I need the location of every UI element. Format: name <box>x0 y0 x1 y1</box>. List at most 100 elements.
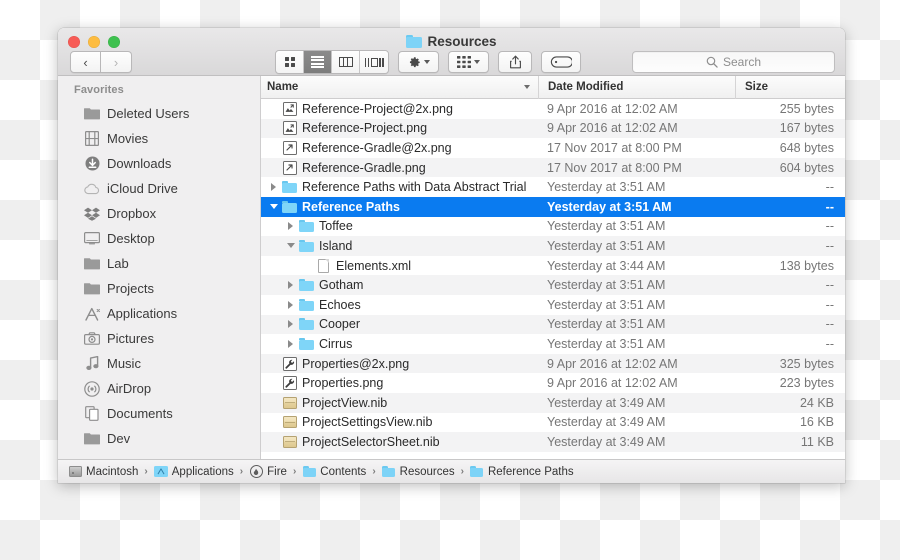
row-date-cell: Yesterday at 3:51 AM <box>538 180 735 194</box>
row-size-cell: -- <box>735 180 845 194</box>
forward-button[interactable]: › <box>101 51 132 73</box>
chevron-down-icon <box>424 60 430 64</box>
disclosure-triangle[interactable] <box>284 243 297 248</box>
navigation-buttons: ‹ › <box>70 51 132 73</box>
column-view-button[interactable] <box>332 51 360 73</box>
sidebar-item-documents[interactable]: Documents <box>58 401 260 426</box>
folder-icon <box>282 180 297 195</box>
breadcrumb-separator: › <box>144 466 147 477</box>
action-menu-button[interactable] <box>398 51 439 73</box>
arrange-menu-button[interactable] <box>448 51 489 73</box>
disclosure-triangle[interactable] <box>284 222 297 230</box>
tag-button[interactable] <box>541 51 581 73</box>
table-row[interactable]: Toffee Yesterday at 3:51 AM -- <box>261 217 845 237</box>
sidebar-item-movies[interactable]: Movies <box>58 126 260 151</box>
sidebar-item-applications[interactable]: Applications <box>58 301 260 326</box>
window-title: Resources <box>58 34 845 49</box>
icon-view-button[interactable] <box>276 51 304 73</box>
sidebar-item-downloads[interactable]: Downloads <box>58 151 260 176</box>
sidebar-item-dev[interactable]: Dev <box>58 426 260 451</box>
sidebar-item-lab[interactable]: Lab <box>58 251 260 276</box>
row-date-cell: Yesterday at 3:51 AM <box>538 200 735 214</box>
sidebar-item-label: Pictures <box>107 331 154 346</box>
gallery-view-button[interactable] <box>360 51 388 73</box>
list-view-button[interactable] <box>304 51 332 73</box>
folder-icon <box>299 238 314 253</box>
breadcrumb-item-macintosh[interactable]: Macintosh <box>68 465 138 478</box>
table-row[interactable]: Echoes Yesterday at 3:51 AM -- <box>261 295 845 315</box>
disclosure-triangle[interactable] <box>284 320 297 328</box>
column-header-size[interactable]: Size <box>735 76 845 99</box>
table-row[interactable]: Reference Paths Yesterday at 3:51 AM -- <box>261 197 845 217</box>
share-button[interactable] <box>498 51 532 73</box>
table-row[interactable]: ProjectSettingsView.nib Yesterday at 3:4… <box>261 413 845 433</box>
sidebar-item-deleted-users[interactable]: Deleted Users <box>58 101 260 126</box>
table-row[interactable]: Properties@2x.png 9 Apr 2016 at 12:02 AM… <box>261 354 845 374</box>
table-row[interactable]: Reference-Gradle@2x.png 17 Nov 2017 at 8… <box>261 138 845 158</box>
window-titlebar[interactable]: Resources ‹ › <box>58 28 845 76</box>
table-row[interactable]: Reference-Project@2x.png 9 Apr 2016 at 1… <box>261 99 845 119</box>
sidebar-item-dropbox[interactable]: Dropbox <box>58 201 260 226</box>
breadcrumb-item-applications[interactable]: Applications <box>154 465 234 478</box>
note-icon <box>84 356 100 372</box>
desktop-icon <box>84 231 100 247</box>
sidebar-item-airdrop[interactable]: AirDrop <box>58 376 260 401</box>
breadcrumb-label: Fire <box>267 466 287 478</box>
table-row[interactable]: Cooper Yesterday at 3:51 AM -- <box>261 315 845 335</box>
file-list-pane: Name Date Modified Size <box>261 76 845 459</box>
disclosure-triangle[interactable] <box>267 183 280 191</box>
sidebar-item-icloud-drive[interactable]: iCloud Drive <box>58 176 260 201</box>
breadcrumb-item-resources[interactable]: Resources <box>382 465 455 478</box>
sidebar-item-music[interactable]: Music <box>58 351 260 376</box>
table-row[interactable]: Gotham Yesterday at 3:51 AM -- <box>261 275 845 295</box>
window-title-text: Resources <box>427 34 496 49</box>
close-button[interactable] <box>68 36 80 48</box>
table-row[interactable]: Reference-Project.png 9 Apr 2016 at 12:0… <box>261 119 845 139</box>
search-input[interactable]: Search <box>632 51 835 73</box>
disclosure-triangle[interactable] <box>284 301 297 309</box>
disclosure-triangle[interactable] <box>284 340 297 348</box>
row-size-cell: -- <box>735 298 845 312</box>
table-row[interactable]: Elements.xml Yesterday at 3:44 AM 138 by… <box>261 256 845 276</box>
sidebar-item-projects[interactable]: Projects <box>58 276 260 301</box>
row-name-label: Island <box>319 239 352 253</box>
minimize-button[interactable] <box>88 36 100 48</box>
airdrop-icon <box>84 381 100 397</box>
breadcrumb-item-contents[interactable]: Contents <box>302 465 366 478</box>
back-button[interactable]: ‹ <box>70 51 101 73</box>
column-headers: Name Date Modified Size <box>261 76 845 99</box>
row-name-label: ProjectSettingsView.nib <box>302 415 432 429</box>
column-header-name[interactable]: Name <box>261 76 538 99</box>
table-row[interactable]: Reference-Gradle.png 17 Nov 2017 at 8:00… <box>261 158 845 178</box>
share-icon <box>509 55 522 69</box>
table-row[interactable]: Reference Paths with Data Abstract Trial… <box>261 177 845 197</box>
table-row[interactable]: Cirrus Yesterday at 3:51 AM -- <box>261 334 845 354</box>
sidebar-item-label: iCloud Drive <box>107 181 178 196</box>
zoom-button[interactable] <box>108 36 120 48</box>
row-size-cell: -- <box>735 337 845 351</box>
row-size-cell: 11 KB <box>735 435 845 449</box>
row-name-cell: Elements.xml <box>261 258 538 273</box>
row-size-cell: 223 bytes <box>735 376 845 390</box>
row-name-label: ProjectView.nib <box>302 396 387 410</box>
sidebar-item-label: AirDrop <box>107 381 151 396</box>
sidebar-item-label: Lab <box>107 256 129 271</box>
row-name-cell: Cirrus <box>261 336 538 351</box>
table-row[interactable]: ProjectView.nib Yesterday at 3:49 AM 24 … <box>261 393 845 413</box>
table-row[interactable]: Island Yesterday at 3:51 AM -- <box>261 236 845 256</box>
row-size-cell: 167 bytes <box>735 121 845 135</box>
column-header-date-modified[interactable]: Date Modified <box>538 76 735 99</box>
breadcrumb-label: Applications <box>172 466 234 478</box>
sidebar-item-pictures[interactable]: Pictures <box>58 326 260 351</box>
search-placeholder: Search <box>723 55 761 69</box>
breadcrumb-item-reference-paths[interactable]: Reference Paths <box>470 465 574 478</box>
disclosure-triangle[interactable] <box>267 204 280 209</box>
sidebar-item-label: Dropbox <box>107 206 156 221</box>
sidebar-item-desktop[interactable]: Desktop <box>58 226 260 251</box>
table-row[interactable]: Properties.png 9 Apr 2016 at 12:02 AM 22… <box>261 373 845 393</box>
table-row[interactable]: ProjectSelectorSheet.nib Yesterday at 3:… <box>261 432 845 452</box>
breadcrumb-item-fire[interactable]: Fire <box>249 465 287 478</box>
row-name-cell: Toffee <box>261 219 538 234</box>
disclosure-triangle[interactable] <box>284 281 297 289</box>
sidebar-item-label: Deleted Users <box>107 106 189 121</box>
